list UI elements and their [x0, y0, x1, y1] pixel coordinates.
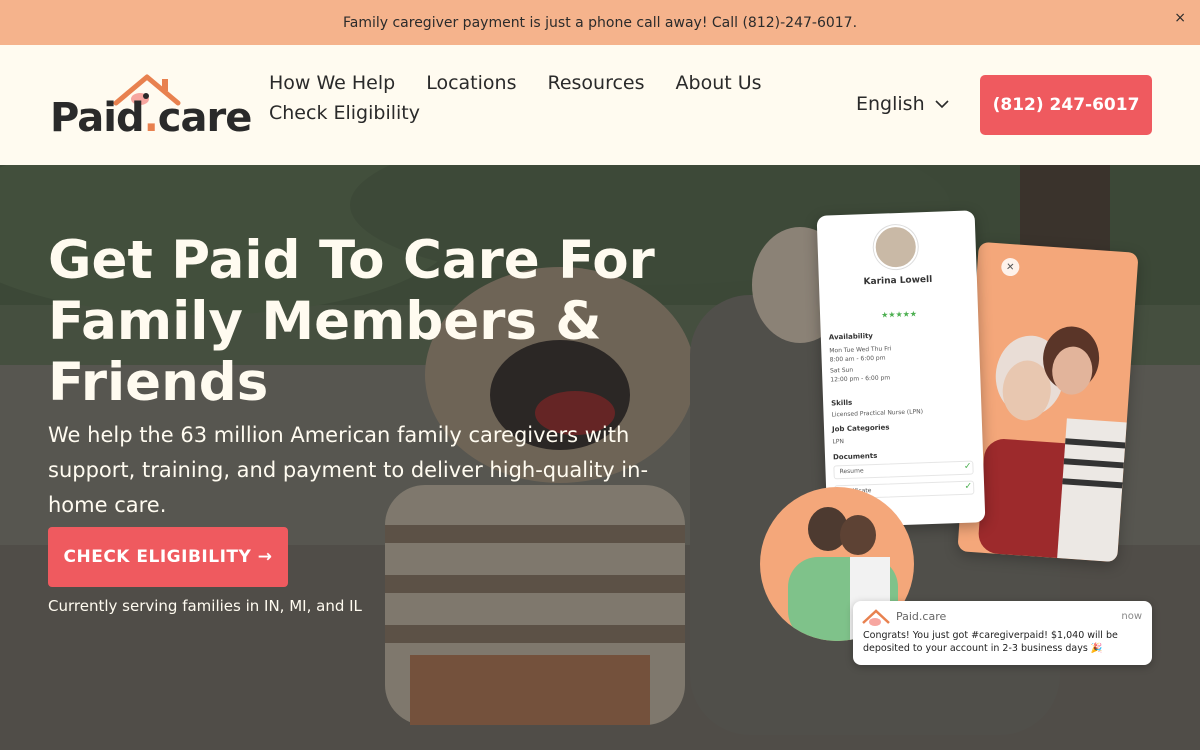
banner-text: Family caregiver payment is just a phone…	[342, 14, 858, 31]
chevron-down-icon	[935, 99, 949, 108]
main-nav: How We Help Locations Resources About Us…	[269, 72, 789, 132]
notification-message: Congrats! You just got #caregiverpaid! $…	[863, 630, 1118, 654]
availability-days-weekday: Mon Tue Wed Thu Fri	[829, 345, 892, 355]
notification-app-name: Paid.care	[896, 610, 947, 623]
skills-heading: Skills	[831, 398, 853, 408]
skill-item: Licensed Practical Nurse (LPN)	[831, 408, 924, 419]
job-category-item: LPN	[832, 438, 845, 446]
hero-section: Get Paid To Care For Family Members & Fr…	[0, 165, 1200, 750]
hero-subtitle: We help the 63 million American family c…	[48, 423, 649, 517]
close-icon[interactable]: ×	[1174, 10, 1186, 26]
avatar	[872, 224, 919, 270]
paid-care-app-icon	[862, 609, 890, 626]
site-header: Paid.care How We Help Locations Resource…	[0, 45, 1200, 165]
job-categories-heading: Job Categories	[831, 423, 890, 434]
check-eligibility-button[interactable]: CHECK ELIGIBILITY →	[48, 527, 288, 587]
caregiver-profile-card: Karina Lowell ★★★★★ Availability Mon Tue…	[816, 210, 986, 528]
documents-heading: Documents	[832, 451, 878, 462]
availability-time-weekday: 8:00 am - 6:00 pm	[829, 354, 886, 364]
star-rating: ★★★★★	[881, 309, 918, 320]
availability-heading: Availability	[828, 331, 874, 342]
nav-locations[interactable]: Locations	[426, 72, 516, 94]
document-resume: Resume	[839, 467, 864, 476]
notification-time: now	[1121, 611, 1142, 622]
check-icon: ✓	[963, 461, 972, 472]
check-icon: ✓	[964, 481, 973, 492]
nav-how-we-help[interactable]: How We Help	[269, 72, 395, 94]
payment-notification: Paid.care now Congrats! You just got #ca…	[853, 601, 1152, 665]
availability-days-weekend: Sat Sun	[829, 366, 854, 375]
phone-call-button[interactable]: (812) 247-6017	[980, 75, 1152, 135]
hero-title: Get Paid To Care For Family Members & Fr…	[48, 230, 655, 413]
language-selector[interactable]: English	[856, 93, 949, 115]
availability-time-weekend: 12:00 pm - 6:00 pm	[830, 374, 891, 384]
nav-check-eligibility[interactable]: Check Eligibility	[269, 102, 420, 124]
announcement-banner: Family caregiver payment is just a phone…	[0, 0, 1200, 45]
profile-name: Karina Lowell	[863, 274, 933, 288]
language-label: English	[856, 93, 925, 115]
paid-care-logo[interactable]: Paid.care	[50, 73, 252, 143]
nav-about-us[interactable]: About Us	[676, 72, 762, 94]
nav-resources[interactable]: Resources	[547, 72, 644, 94]
service-area-note: Currently serving families in IN, MI, an…	[48, 597, 362, 615]
logo-wordmark: Paid.care	[50, 95, 252, 141]
